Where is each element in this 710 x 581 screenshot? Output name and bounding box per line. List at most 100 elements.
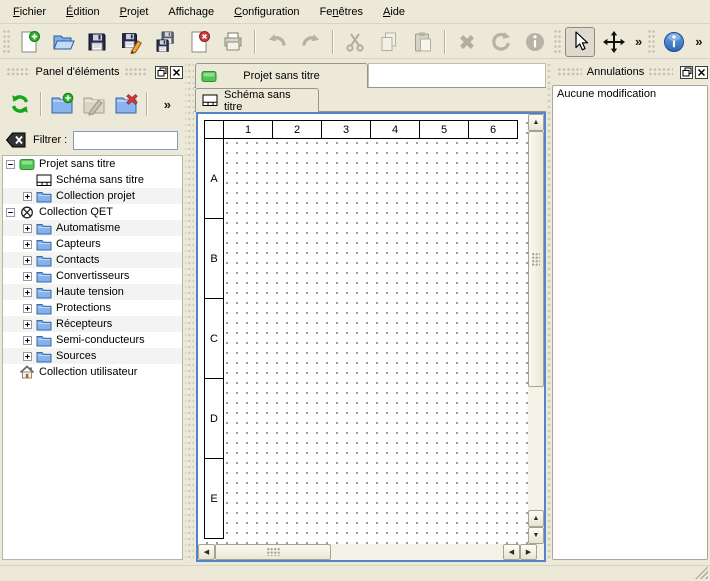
sheet-corner-cell [204, 120, 224, 139]
copy-button[interactable] [374, 27, 404, 57]
new-document-button[interactable] [14, 27, 44, 57]
menu-affichage[interactable]: Affichage [158, 2, 224, 22]
expander-plus-icon[interactable] [23, 320, 32, 329]
triangle-up-icon: ▲ [533, 119, 540, 126]
save-as-button[interactable] [116, 27, 146, 57]
expander-plus-icon[interactable] [23, 256, 32, 265]
tree-item-protections[interactable]: Protections [3, 300, 182, 316]
resize-grip[interactable] [695, 566, 708, 579]
rotate-button[interactable] [486, 27, 516, 57]
element-info-button[interactable] [520, 27, 550, 57]
toolbar-drag-handle[interactable] [3, 30, 10, 54]
left-splitter-handle[interactable] [185, 62, 194, 562]
expander-plus-icon[interactable] [23, 192, 32, 201]
tree-item-projet-sans-titre[interactable]: Projet sans titre [3, 156, 182, 172]
save-button[interactable] [82, 27, 112, 57]
toolbar-overflow-button[interactable]: » [160, 97, 175, 112]
tabbar-empty-area [368, 63, 546, 87]
filter-input[interactable] [73, 131, 178, 150]
close-dock-button[interactable] [695, 66, 708, 79]
info-blue-icon [662, 30, 686, 54]
horizontal-scrollbar-thumb[interactable] [215, 544, 331, 560]
expander-minus-icon[interactable] [6, 208, 15, 217]
select-mode-button[interactable] [565, 27, 595, 57]
undo-panel-title: Annulations [587, 66, 645, 78]
new-file-icon [17, 30, 41, 54]
tree-item-sources[interactable]: Sources [3, 348, 182, 364]
tree-item-collection-qet[interactable]: Collection QET [3, 204, 182, 220]
float-dock-button[interactable] [155, 66, 168, 79]
close-dock-button[interactable] [170, 66, 183, 79]
tree-item-label: Capteurs [56, 238, 101, 250]
elements-panel-titlebar[interactable]: Panel d'éléments [2, 63, 183, 81]
expander-plus-icon[interactable] [23, 272, 32, 281]
cut-button[interactable] [340, 27, 370, 57]
redo-button[interactable] [296, 27, 326, 57]
tab-schema-label: Schéma sans titre [224, 89, 312, 113]
expander-plus-icon[interactable] [23, 336, 32, 345]
tree-item-collection-projet[interactable]: Collection projet [3, 188, 182, 204]
close-document-button[interactable] [184, 27, 214, 57]
tree-item-semiconducteurs[interactable]: Semi-conducteurs [3, 332, 182, 348]
paste-button[interactable] [408, 27, 438, 57]
tree-item-automatisme[interactable]: Automatisme [3, 220, 182, 236]
delete-category-button[interactable] [112, 90, 140, 118]
tree-item-collection-utilisateur[interactable]: Collection utilisateur [3, 364, 182, 380]
scroll-right-button[interactable]: ▶ [520, 544, 537, 560]
clear-filter-button[interactable] [5, 132, 27, 148]
new-category-button[interactable] [48, 90, 76, 118]
horizontal-scrollbar-track[interactable] [331, 544, 503, 560]
reload-collections-button[interactable] [6, 90, 34, 118]
open-document-button[interactable] [48, 27, 78, 57]
menu-fenetres[interactable]: Fenêtres [310, 2, 373, 22]
save-all-button[interactable] [150, 27, 180, 57]
toolbar-drag-handle[interactable] [648, 30, 655, 54]
diagram-info-button[interactable] [659, 27, 689, 57]
folder-new-icon [50, 92, 74, 116]
toolbar-overflow-button[interactable]: » [691, 34, 706, 49]
menu-edition[interactable]: Édition [56, 2, 110, 22]
scroll-down-button[interactable]: ▼ [528, 527, 544, 544]
toolbar-overflow-button[interactable]: » [631, 34, 646, 49]
expander-plus-icon[interactable] [23, 288, 32, 297]
tab-schema[interactable]: Schéma sans titre [195, 88, 319, 112]
triangle-left-icon: ◀ [509, 549, 514, 556]
tab-project[interactable]: Projet sans titre [195, 63, 368, 88]
scroll-up-button-2[interactable]: ▲ [528, 510, 544, 527]
copy-icon [377, 30, 401, 54]
undo-button[interactable] [262, 27, 292, 57]
tree-item-contacts[interactable]: Contacts [3, 252, 182, 268]
scroll-up-button[interactable]: ▲ [528, 114, 544, 131]
expander-minus-icon[interactable] [6, 160, 15, 169]
toolbar-drag-handle[interactable] [554, 30, 561, 54]
print-button[interactable] [218, 27, 248, 57]
menu-configuration[interactable]: Configuration [224, 2, 309, 22]
tree-item-schema-sans-titre[interactable]: Schéma sans titre [3, 172, 182, 188]
delete-button[interactable] [452, 27, 482, 57]
info-gray-icon [523, 30, 547, 54]
toolbar-separator [146, 92, 148, 116]
expander-plus-icon[interactable] [23, 304, 32, 313]
vertical-scrollbar-thumb[interactable] [528, 131, 544, 387]
thumb-grip [532, 253, 540, 266]
expander-plus-icon[interactable] [23, 240, 32, 249]
tree-item-recepteurs[interactable]: Récepteurs [3, 316, 182, 332]
float-dock-button[interactable] [680, 66, 693, 79]
tree-item-capteurs[interactable]: Capteurs [3, 236, 182, 252]
undo-panel-titlebar[interactable]: Annulations [553, 63, 708, 81]
scissors-icon [343, 30, 367, 54]
pan-mode-button[interactable] [599, 27, 629, 57]
undo-list-item[interactable]: Aucune modification [553, 86, 707, 102]
scroll-left-button[interactable]: ◀ [198, 544, 215, 560]
edit-category-button[interactable] [80, 90, 108, 118]
expander-plus-icon[interactable] [23, 352, 32, 361]
tree-item-haute-tension[interactable]: Haute tension [3, 284, 182, 300]
expander-plus-icon[interactable] [23, 224, 32, 233]
vertical-scrollbar-track[interactable] [528, 387, 544, 510]
menu-aide[interactable]: Aide [373, 2, 415, 22]
tree-item-convertisseurs[interactable]: Convertisseurs [3, 268, 182, 284]
menu-projet[interactable]: Projet [110, 2, 159, 22]
diagram-canvas[interactable] [198, 114, 528, 544]
menu-fichier[interactable]: Fichier [3, 2, 56, 22]
scroll-left-button-2[interactable]: ◀ [503, 544, 520, 560]
